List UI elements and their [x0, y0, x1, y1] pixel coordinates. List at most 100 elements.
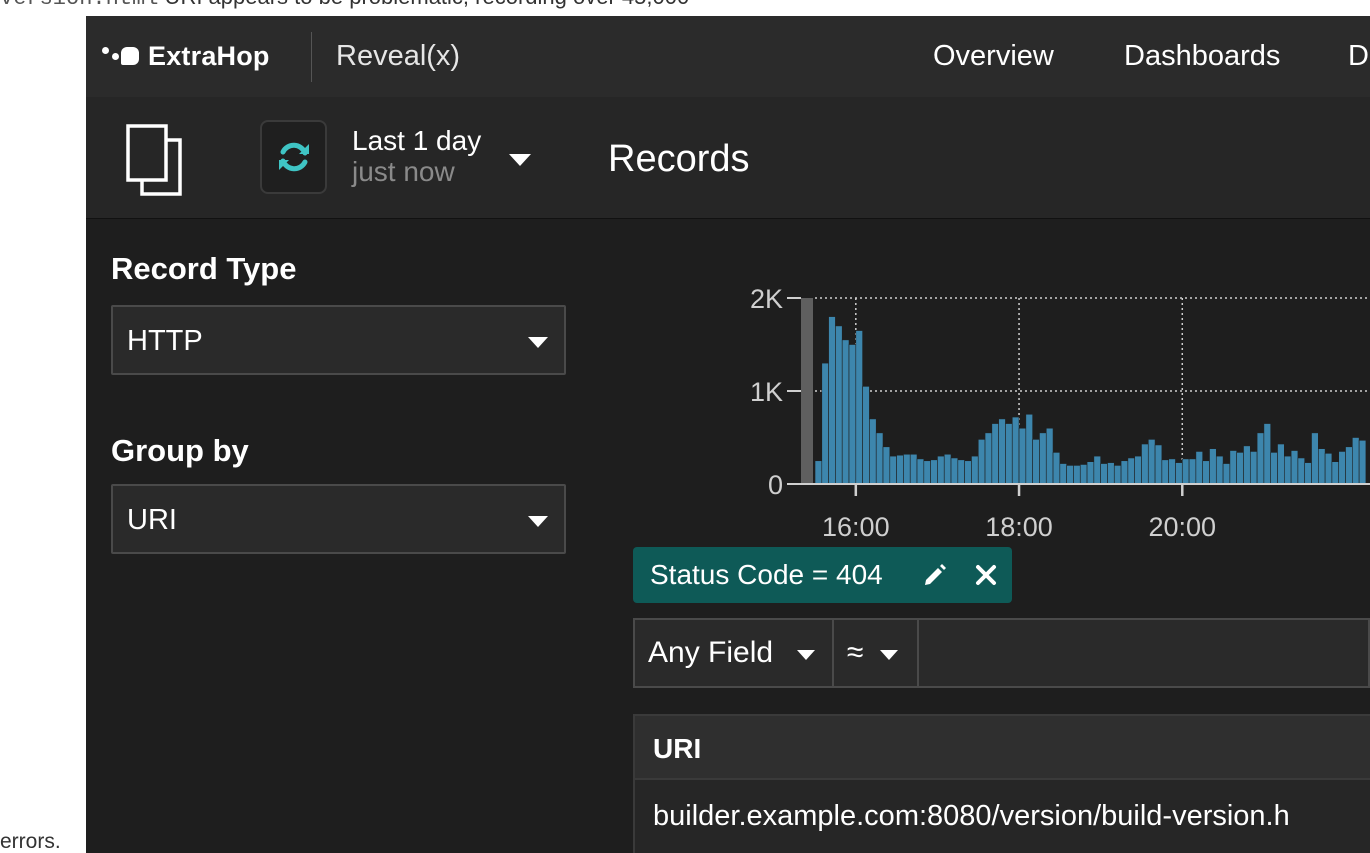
- histogram-bar: [1249, 451, 1258, 485]
- histogram-bar: [1243, 445, 1251, 485]
- close-icon[interactable]: [975, 564, 997, 586]
- records-histogram[interactable]: 2K 1K 0 16:00 18:00 20:00: [638, 264, 1370, 544]
- nav-link-detections[interactable]: D: [1348, 40, 1369, 73]
- histogram-bar: [1073, 465, 1081, 485]
- histogram-bar: [1045, 427, 1054, 485]
- histogram-bar: [896, 454, 904, 485]
- time-range-sublabel[interactable]: just now: [352, 157, 455, 187]
- histogram-bar: [1256, 432, 1265, 485]
- x-tick-label: 20:00: [1148, 512, 1216, 542]
- histogram-bar: [1039, 432, 1047, 485]
- product-name: Reveal(x): [336, 40, 461, 72]
- chevron-down-icon: [528, 516, 548, 527]
- intro-caption-text: URI appears to be problematic, recording…: [158, 0, 690, 9]
- filter-chip[interactable]: Status Code = 404: [633, 547, 1012, 603]
- histogram-bar: [977, 439, 986, 485]
- brand-name: ExtraHop: [148, 40, 270, 71]
- histogram-bar: [848, 344, 857, 485]
- histogram-bar: [1345, 446, 1353, 485]
- uri-cell[interactable]: builder.example.com:8080/version/build-v…: [653, 800, 1290, 833]
- field-select[interactable]: Any Field: [635, 620, 834, 686]
- histogram-bar: [875, 432, 884, 485]
- operator-select-value: ≈: [847, 636, 864, 669]
- chevron-down-icon[interactable]: [509, 154, 531, 166]
- record-type-select[interactable]: HTTP: [111, 305, 566, 375]
- histogram-bar: [1277, 443, 1285, 485]
- histogram-bar: [923, 460, 931, 485]
- histogram-bar: [991, 423, 999, 485]
- histogram-bar: [835, 325, 843, 485]
- histogram-bar: [1141, 443, 1149, 485]
- histogram-bar: [889, 455, 897, 485]
- histogram-bar: [943, 453, 952, 485]
- chevron-down-icon: [528, 337, 548, 348]
- histogram-bar: [916, 458, 925, 485]
- extrahop-app: ExtraHop Reveal(x) Overview Dashboards D…: [86, 16, 1370, 853]
- histogram-bar: [1188, 458, 1197, 485]
- record-type-value: HTTP: [127, 325, 203, 357]
- histogram-bar: [821, 362, 829, 485]
- top-navigation: ExtraHop Reveal(x) Overview Dashboards D: [86, 16, 1370, 97]
- histogram-bar: [1066, 465, 1074, 485]
- histogram-bar: [1161, 459, 1169, 485]
- histogram-bar: [1324, 453, 1333, 485]
- extrahop-logo-icon: [100, 45, 148, 67]
- filter-chip-label: Status Code = 404: [650, 559, 883, 590]
- histogram-bar: [1018, 427, 1027, 485]
- chevron-down-icon: [797, 650, 815, 660]
- histogram-bar: [1005, 423, 1013, 485]
- histogram-bar: [1011, 416, 1020, 485]
- histogram-bar: [1358, 439, 1367, 485]
- histogram-bar: [855, 330, 863, 485]
- y-tick-label: 0: [768, 470, 783, 500]
- histogram-bar: [1086, 461, 1095, 485]
- histogram-bar: [1093, 455, 1101, 485]
- histogram-bar: [971, 455, 979, 485]
- histogram-bar: [1284, 455, 1292, 485]
- y-tick-label: 2K: [750, 284, 783, 314]
- query-value-input[interactable]: [921, 620, 1370, 686]
- copy-icon[interactable]: [126, 124, 182, 196]
- histogram-bar: [1181, 458, 1190, 485]
- histogram-bar: [869, 418, 877, 485]
- histogram-bar: [1025, 413, 1033, 485]
- chevron-down-icon: [880, 650, 898, 660]
- operator-select[interactable]: ≈: [834, 620, 919, 686]
- histogram-bar: [909, 453, 918, 485]
- histogram-bar: [998, 418, 1006, 485]
- histogram-bar: [814, 460, 823, 485]
- time-range-label[interactable]: Last 1 day: [352, 126, 481, 156]
- histogram-bar: [1229, 450, 1237, 485]
- y-tick-label: 1K: [750, 377, 783, 407]
- histogram-bar: [1175, 462, 1183, 485]
- group-by-select[interactable]: URI: [111, 484, 566, 554]
- records-table: URI builder.example.com:8080/version/bui…: [633, 714, 1370, 853]
- nav-link-overview[interactable]: Overview: [933, 40, 1054, 73]
- histogram-bar: [1154, 444, 1163, 485]
- histogram-bar: [1079, 464, 1088, 485]
- histogram-bar: [1263, 423, 1271, 485]
- group-by-label: Group by: [111, 433, 249, 468]
- histogram-bar: [1338, 451, 1346, 485]
- query-bar: Any Field ≈: [633, 618, 1370, 688]
- histogram-bar: [1107, 462, 1115, 485]
- histogram-bar: [1147, 439, 1156, 485]
- histogram-bar: [1304, 462, 1312, 485]
- nav-link-dashboards[interactable]: Dashboards: [1124, 40, 1280, 73]
- y-axis-bar: [801, 298, 813, 484]
- brand-logo[interactable]: ExtraHop: [100, 40, 270, 72]
- histogram-bar: [903, 453, 911, 485]
- column-header-uri[interactable]: URI: [653, 733, 701, 765]
- histogram-bar: [930, 459, 938, 485]
- nav-divider: [311, 32, 312, 82]
- table-row[interactable]: builder.example.com:8080/version/build-v…: [635, 780, 1370, 853]
- histogram-bar: [957, 459, 965, 485]
- pencil-icon[interactable]: [922, 562, 948, 588]
- group-by-value: URI: [127, 504, 177, 536]
- histogram-bar: [1222, 463, 1231, 485]
- histogram-bar: [1311, 432, 1319, 485]
- refresh-button[interactable]: [260, 120, 327, 194]
- table-header: URI: [635, 714, 1370, 780]
- histogram-bar: [1215, 455, 1224, 485]
- histogram-bar: [882, 446, 891, 485]
